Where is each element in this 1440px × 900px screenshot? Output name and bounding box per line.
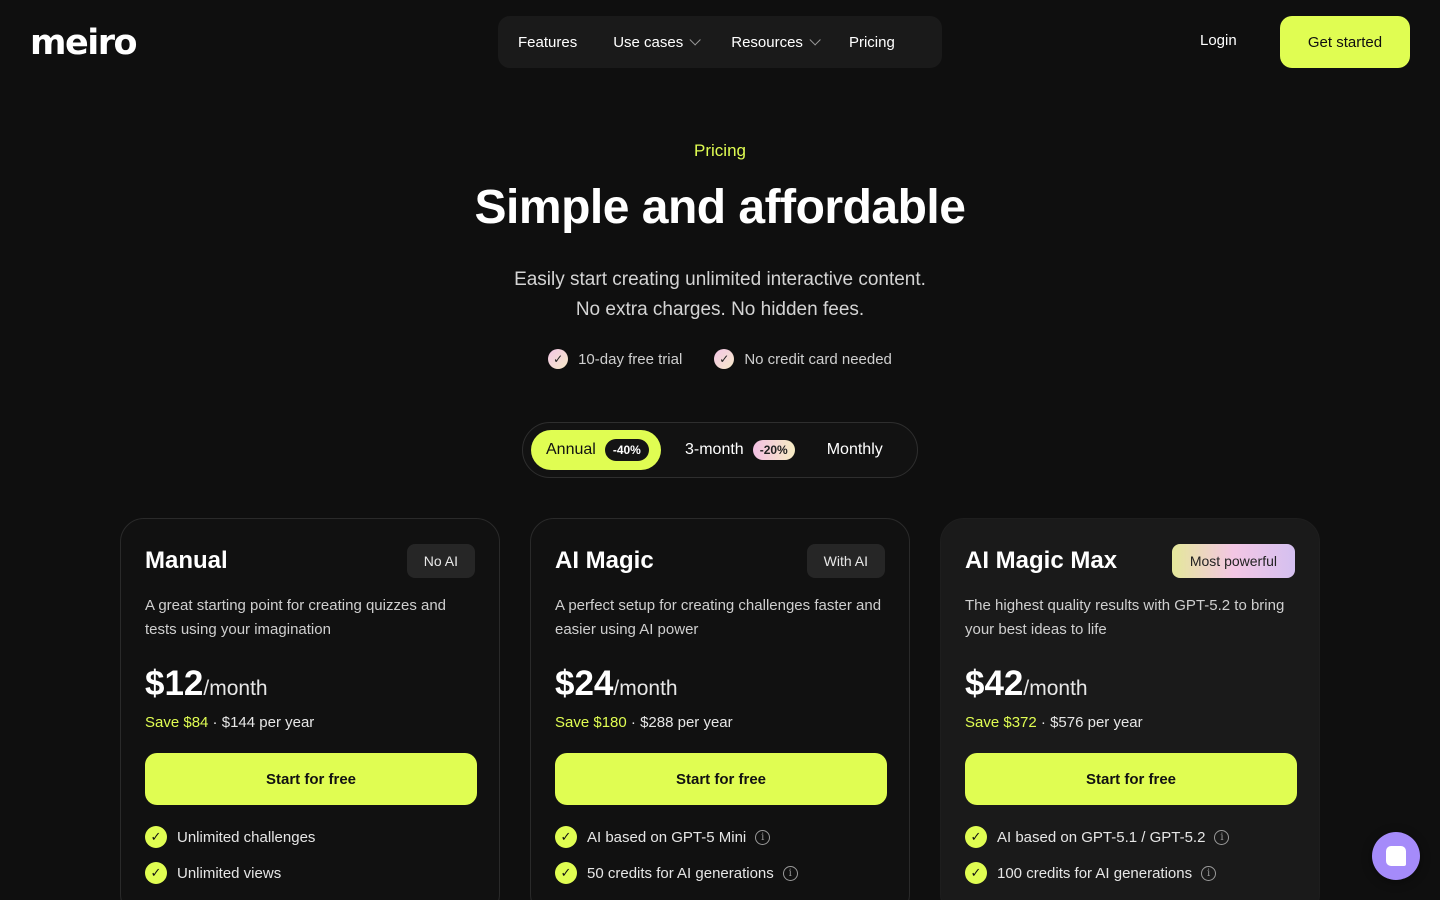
nav-use-cases[interactable]: Use cases [613,33,702,51]
billing-period-toggle: Annual -40% 3-month -20% Monthly [522,422,918,478]
list-item: ✓ AI based on GPT-5 Mini i [555,825,885,849]
plan-card-ai-magic: AI Magic With AI A perfect setup for cre… [530,518,910,900]
plan-tag: No AI [406,544,475,578]
info-icon[interactable]: i [1201,865,1217,881]
check-icon: ✓ [145,826,167,848]
check-icon: ✓ [965,862,987,884]
price-amount: $24 [555,664,614,703]
info-icon[interactable]: i [782,865,798,881]
plan-card-manual: Manual No AI A great starting point for … [120,518,500,900]
perk-label: No credit card needed [744,350,892,368]
plan-price: $42 /month [965,664,1295,704]
feature-list: ✓ Unlimited challenges ✓ Unlimited views [145,825,475,885]
discount-badge: -40% [604,439,649,461]
list-item: ✓ Unlimited views [145,861,475,885]
savings-amount: Save $180 [555,714,627,731]
feature-label: 100 credits for AI generations [997,864,1193,882]
price-period: /month [203,677,268,700]
feature-label: Unlimited views [177,864,282,882]
plan-description: A great starting point for creating quiz… [145,597,447,638]
chat-bubble-icon [1386,846,1406,866]
info-icon[interactable]: i [755,829,771,845]
chevron-down-icon [809,34,821,46]
plan-savings: Save $84 · $144 per year [145,714,475,731]
toggle-3-month-label: 3-month [685,441,744,458]
perk-free-trial: ✓ 10-day free trial [548,349,682,369]
feature-list: ✓ AI based on GPT-5 Mini i ✓ 50 credits … [555,825,885,885]
toggle-3-month[interactable]: 3-month -20% [685,440,795,460]
toggle-annual[interactable]: Annual -40% [531,430,661,470]
list-item: ✓ 50 credits for AI generations i [555,861,885,885]
check-icon: ✓ [714,349,735,369]
yearly-total: · $144 per year [208,714,315,731]
check-icon: ✓ [965,826,987,848]
subtitle-line-1: Easily start creating unlimited interact… [514,269,926,290]
start-for-free-button[interactable]: Start for free [965,753,1297,805]
list-item: ✓ AI based on GPT-5.1 / GPT-5.2 i [965,825,1295,849]
savings-amount: Save $84 [145,714,209,731]
check-icon: ✓ [555,862,577,884]
plan-price: $24 /month [555,664,885,704]
chat-widget-button[interactable] [1372,832,1420,880]
yearly-total: · $288 per year [626,714,733,731]
plan-tag: With AI [806,544,885,578]
perks-list: ✓ 10-day free trial ✓ No credit card nee… [0,349,1440,369]
price-amount: $12 [145,664,204,703]
plan-tag: Most powerful [1171,544,1295,578]
page-title: Simple and affordable [474,181,966,234]
plan-name: AI Magic [555,547,654,574]
list-item: ✓ 100 credits for AI generations i [965,861,1295,885]
price-amount: $42 [965,664,1024,703]
get-started-button[interactable]: Get started [1280,16,1410,68]
savings-amount: Save $372 [965,714,1037,731]
nav-features[interactable]: Features [518,34,577,51]
nav-features-label: Features [518,33,578,51]
discount-badge: -20% [752,440,795,460]
page-subtitle: Easily start creating unlimited interact… [0,265,1440,325]
perk-no-credit-card: ✓ No credit card needed [714,349,892,369]
check-icon: ✓ [555,826,577,848]
nav-resources-label: Resources [731,33,803,51]
plan-description: The highest quality results with GPT-5.2… [965,597,1285,638]
feature-label: AI based on GPT-5.1 / GPT-5.2 [997,828,1206,846]
check-icon: ✓ [548,349,569,369]
plan-savings: Save $372 · $576 per year [965,714,1295,731]
info-icon[interactable]: i [1214,829,1230,845]
feature-list: ✓ AI based on GPT-5.1 / GPT-5.2 i ✓ 100 … [965,825,1295,885]
nav-pricing[interactable]: Pricing [849,34,895,51]
main-nav: Features Use cases Resources Pricing [498,16,942,68]
login-link[interactable]: Login [1200,32,1237,49]
start-for-free-button[interactable]: Start for free [145,753,477,805]
feature-label: Unlimited challenges [177,828,316,846]
list-item: ✓ Unlimited challenges [145,825,475,849]
feature-label: 50 credits for AI generations [587,864,774,882]
plan-description: A perfect setup for creating challenges … [555,597,882,638]
nav-use-cases-label: Use cases [613,33,684,51]
chevron-down-icon [689,34,702,46]
plan-name: AI Magic Max [965,547,1118,574]
section-eyebrow: Pricing [694,141,746,160]
toggle-monthly[interactable]: Monthly [827,441,883,459]
plan-price: $12 /month [145,664,475,704]
feature-label: AI based on GPT-5 Mini [587,828,747,846]
start-for-free-button[interactable]: Start for free [555,753,887,805]
plan-name: Manual [145,547,228,574]
nav-resources[interactable]: Resources [731,33,821,51]
yearly-total: · $576 per year [1036,714,1143,731]
toggle-annual-label: Annual [546,441,596,458]
plan-savings: Save $180 · $288 per year [555,714,885,731]
price-period: /month [613,677,678,700]
logo[interactable]: meiro [30,24,138,62]
price-period: /month [1023,677,1088,700]
check-icon: ✓ [145,862,167,884]
subtitle-line-2: No extra charges. No hidden fees. [575,299,865,320]
plan-card-ai-magic-max: AI Magic Max Most powerful The highest q… [940,518,1320,900]
perk-label: 10-day free trial [578,350,683,368]
nav-pricing-label: Pricing [848,33,895,51]
